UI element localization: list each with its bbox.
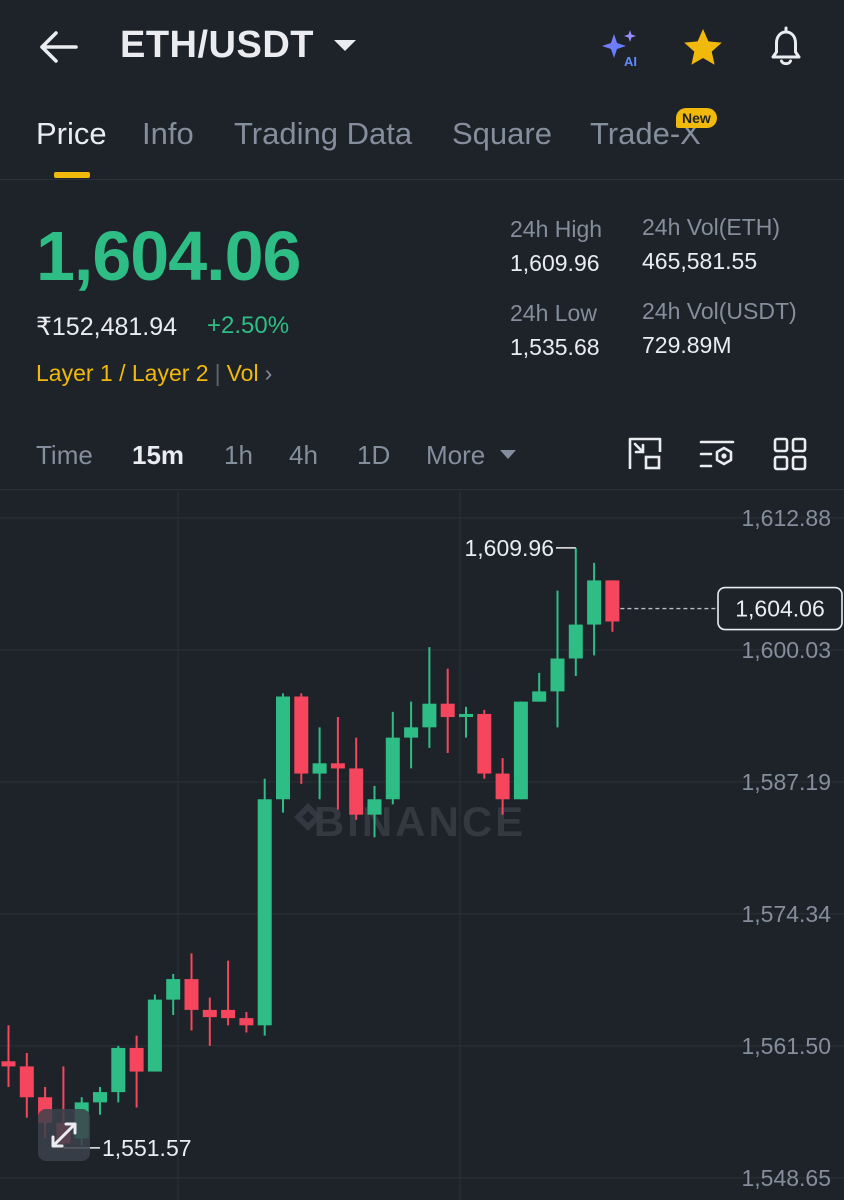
candle-body [312,763,327,774]
candle-body [276,696,290,800]
inr-price: ₹152,481.94 [36,313,178,341]
candle-body [459,713,473,718]
active-tab-indicator [54,172,90,178]
low-annotation: 1,551.57 [102,1135,192,1161]
candle-body [605,580,620,622]
candle-body [129,1047,144,1072]
tab-trading-data[interactable]: Trading Data [234,116,412,152]
low-label: 24h Low [510,300,597,326]
bell-icon[interactable] [764,24,808,70]
new-badge: New [676,108,717,128]
candle-body [111,1047,126,1093]
timeframe-more[interactable]: More [426,440,485,471]
candle-body [239,1018,254,1026]
high-label: 24h High [510,216,603,242]
expand-chart-button[interactable] [38,1109,90,1161]
vol-usdt-label: 24h Vol(USDT) [642,298,797,324]
tag-vol[interactable]: Vol [227,360,259,386]
candle-body [19,1066,34,1098]
timeframe-1d[interactable]: 1D [357,440,390,471]
candle-body [93,1092,107,1103]
y-tick-label: 1,600.03 [741,637,831,663]
tag-layer[interactable]: Layer 1 / Layer 2 [36,360,209,386]
candle-body [513,701,528,800]
high-annotation: 1,609.96 [464,535,554,561]
candle-body [1,1061,16,1067]
tab-info[interactable]: Info [142,116,194,152]
vol-usdt-value: 729.89M [642,332,732,358]
tag-separator: | [214,360,221,386]
more-caret-icon[interactable] [500,450,516,459]
y-tick-label: 1,561.50 [741,1033,831,1059]
timeframe-4h[interactable]: 4h [289,440,318,471]
y-tick-label: 1,587.19 [741,769,831,795]
timeframe-bar: Time 15m 1h 4h 1D More [0,430,844,490]
chart-settings-icon[interactable] [627,436,663,472]
candle-body [367,799,382,815]
high-value: 1,609.96 [510,250,600,276]
low-value: 1,535.68 [510,334,600,360]
y-tick-label: 1,548.65 [741,1165,831,1191]
candle-body [330,763,345,769]
price-change-percent: +2.50% [207,312,290,339]
star-icon[interactable] [680,26,726,70]
candle-body [495,773,510,800]
candle-body [221,1009,236,1019]
last-price: 1,604.06 [36,217,301,295]
candle-body [184,979,199,1010]
candlestick-chart[interactable]: 1,612.88 1,600.03 1,587.19 1,574.34 1,561.50… [0,491,844,1200]
candle-body [550,658,565,692]
candle-body [422,703,437,728]
timeframe-time[interactable]: Time [36,440,93,471]
back-arrow-icon[interactable] [36,26,82,68]
candle-body [440,703,455,718]
candle-body [587,580,602,625]
candle-body [257,799,272,1026]
timeframe-15m[interactable]: 15m [132,440,184,471]
candle-body [404,727,419,738]
candle-body [202,1009,217,1018]
expand-arrows-icon [51,1122,77,1148]
candle-body [568,624,583,659]
current-price-label: 1,604.06 [735,596,825,622]
price-chart[interactable]: 1,612.88 1,600.03 1,587.19 1,574.34 1,561.50… [0,491,844,1200]
candle-body [147,999,162,1072]
chevron-down-icon[interactable] [334,40,356,51]
y-tick-label: 1,574.34 [741,901,831,927]
category-tags[interactable]: Layer 1 / Layer 2 | Vol › [36,360,272,387]
tab-square[interactable]: Square [452,116,552,152]
chevron-right-icon[interactable]: › [259,360,273,386]
tab-price[interactable]: Price [36,116,107,152]
candle-body [294,696,309,774]
candle-body [349,768,364,815]
tab-bar: Price Info Trading Data Square Trade-X N… [0,100,844,180]
candle-body [166,979,181,1000]
candle-body [477,713,492,774]
svg-text:AI: AI [624,54,637,69]
vol-eth-label: 24h Vol(ETH) [642,214,781,240]
candle-body [532,691,547,702]
y-tick-label: 1,612.88 [741,505,831,531]
binance-watermark: BINANCE [314,798,526,845]
indicator-settings-icon[interactable] [699,436,735,472]
candle-body [385,737,400,800]
ai-sparkle-icon[interactable]: AI [598,26,644,70]
grid-layout-icon[interactable] [772,436,808,472]
pair-selector[interactable]: ETH/USDT [120,24,314,67]
timeframe-1h[interactable]: 1h [224,440,253,471]
top-bar: ETH/USDT AI [0,0,844,96]
vol-eth-value: 465,581.55 [642,248,758,274]
